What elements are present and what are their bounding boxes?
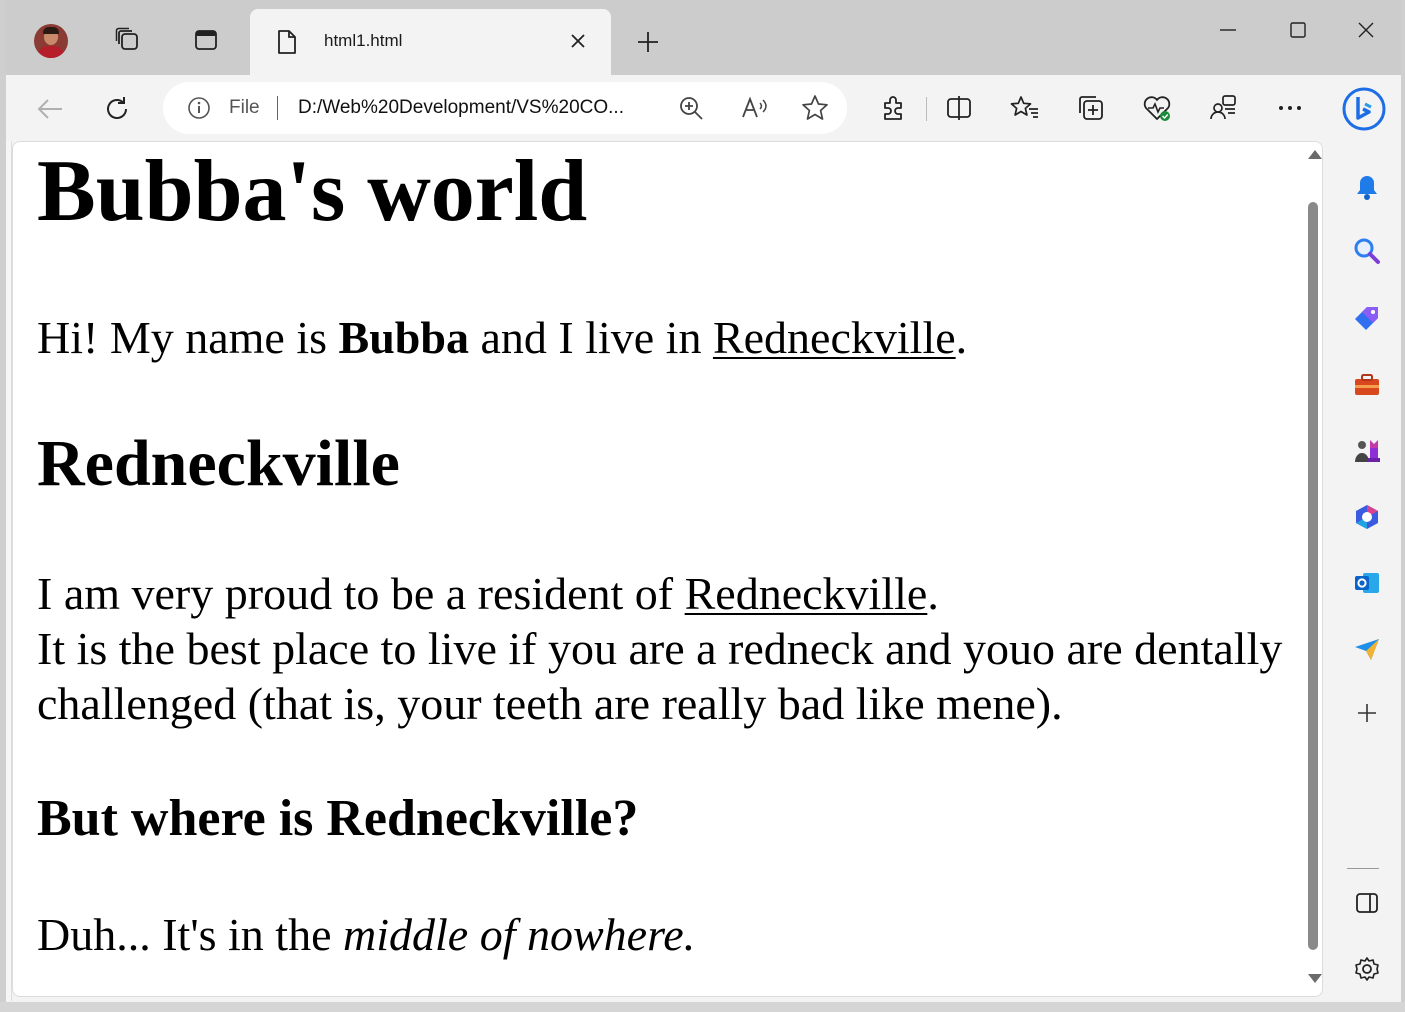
sidebar-toggle-icon[interactable] xyxy=(1349,885,1385,921)
taskbar-edge xyxy=(0,1002,1405,1012)
info-icon[interactable] xyxy=(187,96,211,120)
add-icon[interactable] xyxy=(1349,695,1385,731)
maximize-icon[interactable] xyxy=(1268,10,1328,50)
refresh-icon[interactable] xyxy=(97,89,137,129)
scroll-down-arrow[interactable] xyxy=(1308,974,1322,983)
workspaces-icon[interactable] xyxy=(110,22,146,58)
tab-actions-icon[interactable] xyxy=(188,22,224,58)
scroll-thumb[interactable] xyxy=(1308,202,1318,950)
web-content: Bubba's world Hi! My name is Bubba and I… xyxy=(12,141,1323,997)
vertical-scrollbar[interactable] xyxy=(1305,142,1322,996)
toolbar-divider xyxy=(926,97,927,121)
address-bar[interactable]: File D:/Web%20Development/VS%20CO... xyxy=(163,82,847,134)
tab-strip: html1.html xyxy=(6,0,1401,75)
intro-paragraph: Hi! My name is Bubba and I live in Redne… xyxy=(37,312,968,363)
browser-window: html1.html File D:/Web%20Development/VS%… xyxy=(6,0,1401,1002)
close-window-icon[interactable] xyxy=(1336,10,1396,50)
page-icon xyxy=(276,29,298,60)
redneckville-link-2[interactable]: Redneckville xyxy=(685,568,928,619)
new-tab-icon[interactable] xyxy=(630,24,666,60)
games-icon[interactable] xyxy=(1349,433,1385,469)
read-aloud-icon[interactable] xyxy=(741,94,769,122)
shopping-tag-icon[interactable] xyxy=(1349,300,1385,336)
edge-sidebar xyxy=(1329,141,1401,1001)
close-icon[interactable] xyxy=(564,27,592,55)
address-divider xyxy=(277,96,278,120)
collections-icon[interactable] xyxy=(1073,90,1109,126)
scroll-up-arrow[interactable] xyxy=(1308,150,1322,159)
tab-active[interactable]: html1.html xyxy=(250,9,611,75)
notification-bell-icon[interactable] xyxy=(1349,169,1385,205)
profile-switch-icon[interactable] xyxy=(1205,90,1241,126)
browser-essentials-icon[interactable] xyxy=(1139,90,1175,126)
bing-icon[interactable] xyxy=(1340,85,1388,133)
name-bold: Bubba xyxy=(338,312,469,363)
page-heading-3: But where is Redneckville? xyxy=(37,790,639,847)
redneckville-link-1[interactable]: Redneckville xyxy=(713,312,956,363)
zoom-icon[interactable] xyxy=(677,94,705,122)
toolbar: File D:/Web%20Development/VS%20CO... xyxy=(6,75,1401,141)
search-icon[interactable] xyxy=(1349,233,1385,269)
back-icon[interactable] xyxy=(30,89,70,129)
page-heading-1: Bubba's world xyxy=(37,143,588,240)
outlook-icon[interactable] xyxy=(1349,565,1385,601)
more-icon[interactable] xyxy=(1272,90,1308,126)
tab-title: html1.html xyxy=(324,31,403,50)
tools-icon[interactable] xyxy=(1349,367,1385,403)
extensions-icon[interactable] xyxy=(875,90,911,126)
resident-paragraph: I am very proud to be a resident of Redn… xyxy=(37,568,1283,729)
split-screen-icon[interactable] xyxy=(941,90,977,126)
location-paragraph: Duh... It's in the middle of nowhere. xyxy=(37,909,696,960)
sidebar-divider xyxy=(1347,868,1379,869)
italic-phrase: middle of nowhere. xyxy=(343,909,696,960)
send-icon[interactable] xyxy=(1349,631,1385,667)
favorites-icon[interactable] xyxy=(1007,90,1043,126)
page-heading-2: Redneckville xyxy=(37,427,400,500)
address-url[interactable]: D:/Web%20Development/VS%20CO... xyxy=(298,97,658,119)
favorite-star-icon[interactable] xyxy=(801,94,829,122)
microsoft-365-icon[interactable] xyxy=(1349,499,1385,535)
minimize-icon[interactable] xyxy=(1198,10,1258,50)
address-scheme-label: File xyxy=(229,97,260,118)
settings-icon[interactable] xyxy=(1349,951,1385,987)
profile-avatar[interactable] xyxy=(34,24,68,58)
